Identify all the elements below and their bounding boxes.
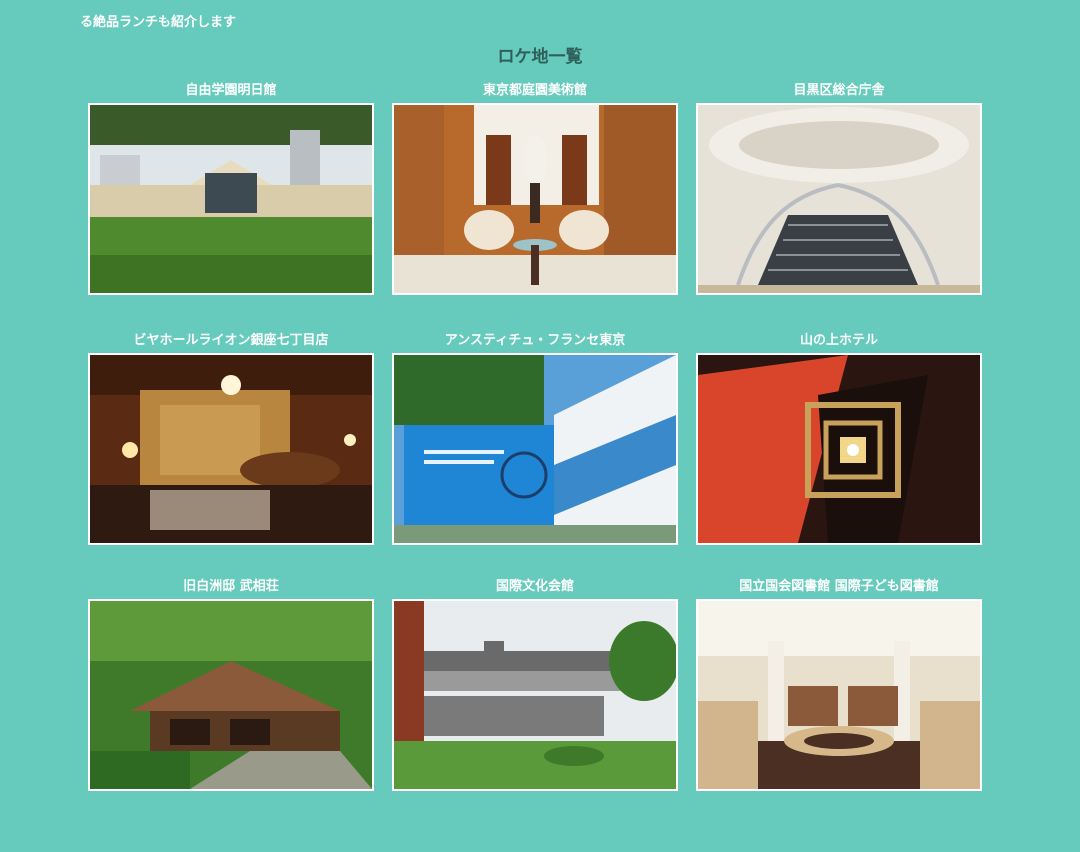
location-photo[interactable]: [696, 103, 982, 295]
location-card[interactable]: 自由学園明日館: [88, 81, 374, 295]
location-photo[interactable]: [88, 103, 374, 295]
location-name[interactable]: 目黒区総合庁舎: [696, 81, 982, 101]
location-card[interactable]: 国立国会図書館 国際子ども図書館: [696, 577, 982, 791]
location-name[interactable]: 旧白洲邸 武相荘: [88, 577, 374, 597]
location-name[interactable]: 国立国会図書館 国際子ども図書館: [696, 577, 982, 597]
location-name[interactable]: ビヤホールライオン銀座七丁目店: [88, 331, 374, 351]
location-card[interactable]: 旧白洲邸 武相荘: [88, 577, 374, 791]
location-photo[interactable]: [88, 353, 374, 545]
location-card[interactable]: 東京都庭園美術館: [392, 81, 678, 295]
location-card[interactable]: アンスティチュ・フランセ東京: [392, 331, 678, 545]
location-card[interactable]: 目黒区総合庁舎: [696, 81, 982, 295]
location-photo[interactable]: [88, 599, 374, 791]
location-photo[interactable]: [392, 353, 678, 545]
location-name[interactable]: 自由学園明日館: [88, 81, 374, 101]
location-name[interactable]: アンスティチュ・フランセ東京: [392, 331, 678, 351]
location-name[interactable]: 国際文化会館: [392, 577, 678, 597]
location-name[interactable]: 山の上ホテル: [696, 331, 982, 351]
location-grid: 自由学園明日館 東京都庭園美術館 目黒区総合庁舎 ビヤホールライオン銀座七丁目店…: [0, 0, 1080, 852]
location-photo[interactable]: [696, 599, 982, 791]
location-photo[interactable]: [392, 103, 678, 295]
location-card[interactable]: ビヤホールライオン銀座七丁目店: [88, 331, 374, 545]
location-photo[interactable]: [392, 599, 678, 791]
location-photo[interactable]: [696, 353, 982, 545]
location-card[interactable]: 国際文化会館: [392, 577, 678, 791]
location-name[interactable]: 東京都庭園美術館: [392, 81, 678, 101]
location-card[interactable]: 山の上ホテル: [696, 331, 982, 545]
